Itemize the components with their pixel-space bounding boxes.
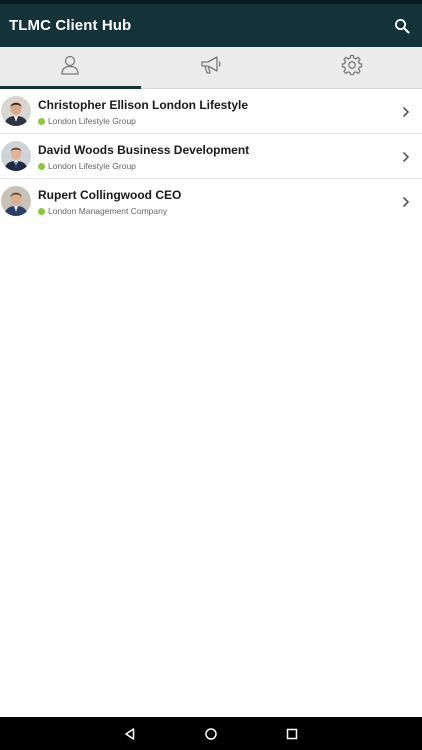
home-icon[interactable] — [201, 724, 221, 744]
contact-company: London Lifestyle Group — [38, 161, 136, 171]
contact-company: London Management Company — [38, 206, 167, 216]
avatar — [1, 96, 31, 126]
contact-row[interactable]: David Woods Business Development London … — [0, 134, 422, 179]
contact-row[interactable]: Rupert Collingwood CEO London Management… — [0, 179, 422, 224]
search-icon[interactable] — [391, 15, 413, 37]
megaphone-icon — [200, 55, 222, 80]
contact-name: Christopher Ellison London Lifestyle — [38, 98, 249, 112]
avatar — [1, 186, 31, 216]
app-title: TLMC Client Hub — [9, 17, 132, 34]
system-navigation-bar — [0, 717, 422, 750]
company-name: London Lifestyle Group — [48, 161, 136, 171]
back-icon[interactable] — [120, 724, 140, 744]
recents-icon[interactable] — [282, 724, 302, 744]
contact-row[interactable]: Christopher Ellison London Lifestyle Lon… — [0, 89, 422, 134]
status-indicator — [38, 162, 45, 170]
person-icon — [61, 55, 79, 80]
contact-name: Rupert Collingwood CEO — [38, 188, 182, 202]
contact-name: David Woods Business Development — [38, 143, 250, 157]
tab-contacts[interactable] — [0, 47, 141, 89]
status-indicator — [38, 207, 45, 215]
gear-icon — [341, 54, 363, 81]
tab-announcements[interactable] — [141, 47, 282, 88]
company-name: London Lifestyle Group — [48, 116, 136, 126]
chevron-right-icon — [401, 150, 411, 162]
app-bar: TLMC Client Hub — [0, 4, 422, 47]
avatar — [1, 141, 31, 171]
chevron-right-icon — [401, 105, 411, 117]
contact-company: London Lifestyle Group — [38, 116, 136, 126]
company-name: London Management Company — [48, 206, 168, 216]
contact-list: Christopher Ellison London Lifestyle Lon… — [0, 89, 422, 224]
tab-bar — [0, 47, 422, 89]
tab-settings[interactable] — [281, 47, 422, 88]
chevron-right-icon — [401, 195, 411, 207]
status-indicator — [38, 117, 45, 125]
